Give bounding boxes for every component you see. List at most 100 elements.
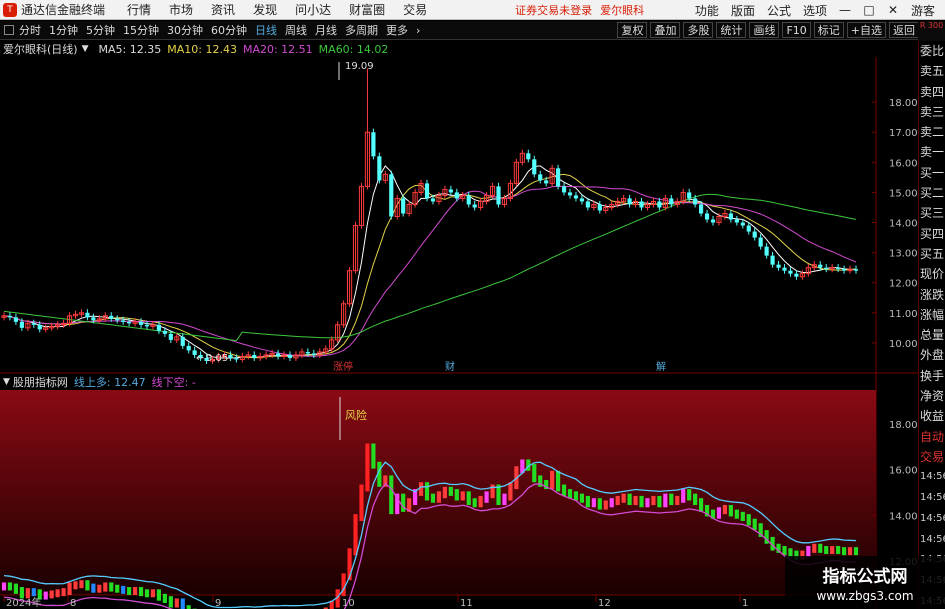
period-toolbar: 分时 1分钟 5分钟 15分钟 30分钟 60分钟 日线 周线 月线 多周期 更…: [0, 21, 945, 40]
candle-body: [836, 267, 841, 270]
maximize-icon[interactable]: □: [863, 3, 875, 17]
indicator-block: [746, 514, 751, 526]
side-item-19[interactable]: 自动: [919, 427, 945, 447]
candle-body: [144, 324, 150, 327]
candle-body: [377, 156, 382, 181]
period-more[interactable]: 更多: [386, 22, 408, 38]
side-item-11[interactable]: 现价: [919, 264, 945, 284]
side-item-21[interactable]: 14:56: [919, 467, 945, 488]
indicator-block: [156, 589, 161, 601]
side-item-20[interactable]: 交易: [919, 447, 945, 467]
side-item-1[interactable]: 卖五: [919, 61, 945, 81]
statistics-button[interactable]: 统计: [716, 22, 747, 38]
indicator-block: [7, 582, 13, 591]
candle-body: [585, 201, 590, 208]
close-icon[interactable]: ✕: [887, 3, 899, 17]
event-finance[interactable]: 财: [445, 360, 455, 373]
low-arrow-icon: ←: [196, 353, 204, 364]
side-item-24[interactable]: 14:56: [919, 530, 945, 551]
menu-quotes[interactable]: 行情: [127, 1, 151, 18]
period-intraday[interactable]: 分时: [19, 22, 41, 38]
event-unlock[interactable]: 解: [656, 360, 666, 373]
candle-body: [424, 183, 430, 199]
back-button[interactable]: 返回: [889, 22, 919, 38]
period-1min[interactable]: 1分钟: [49, 22, 78, 38]
overlay-button[interactable]: 叠加: [650, 22, 681, 38]
menu-function[interactable]: 功能: [695, 2, 719, 19]
multi-stock-button[interactable]: 多股: [683, 22, 714, 38]
side-item-18[interactable]: 收益: [919, 406, 945, 426]
period-multi[interactable]: 多周期: [345, 22, 378, 38]
side-item-4[interactable]: 卖二: [919, 122, 945, 142]
candle-body: [156, 324, 161, 331]
side-item-8[interactable]: 买三: [919, 203, 945, 223]
chevron-down-icon[interactable]: ▼: [82, 44, 89, 54]
period-15min[interactable]: 15分钟: [123, 22, 159, 38]
menu-market[interactable]: 市场: [169, 1, 193, 18]
app-title: 通达信金融终端: [21, 3, 106, 17]
toggle-panel-icon[interactable]: [4, 25, 14, 35]
side-item-6[interactable]: 买一: [919, 163, 945, 183]
draw-line-button[interactable]: 画线: [749, 22, 780, 38]
current-stock-notice[interactable]: 爱尔眼科: [600, 2, 644, 18]
add-favorite-button[interactable]: +自选: [846, 22, 886, 38]
side-item-7[interactable]: 买二: [919, 183, 945, 203]
side-item-12[interactable]: 涨跌: [919, 285, 945, 305]
f10-button[interactable]: F10: [782, 22, 811, 38]
candle-body: [573, 195, 579, 199]
side-item-13[interactable]: 涨幅: [919, 305, 945, 325]
kline-chart[interactable]: 18.00 17.00 16.00 15.00 14.00 13.00 12.00 11.00…: [0, 40, 918, 609]
indicator-block: [460, 491, 465, 501]
indicator-block: [478, 495, 483, 508]
menu-discover[interactable]: 发现: [253, 1, 277, 18]
side-item-5[interactable]: 卖一: [919, 142, 945, 162]
event-limit-up[interactable]: 涨停: [333, 360, 353, 373]
indicator-block: [353, 514, 358, 556]
guest-user[interactable]: 游客: [911, 2, 935, 19]
side-item-23[interactable]: 14:56: [919, 509, 945, 530]
chevron-down-icon[interactable]: ▼: [3, 377, 10, 387]
period-5min[interactable]: 5分钟: [86, 22, 115, 38]
side-item-22[interactable]: 14:56: [919, 488, 945, 509]
menu-assistant[interactable]: 问小达: [295, 1, 331, 18]
chevron-right-icon[interactable]: ›: [416, 24, 420, 37]
menu-trade[interactable]: 交易: [403, 1, 427, 18]
side-item-17[interactable]: 净资: [919, 386, 945, 406]
side-item-2[interactable]: 卖四: [919, 82, 945, 102]
time-label-3: 10: [342, 598, 355, 609]
side-item-10[interactable]: 买五: [919, 244, 945, 264]
candle-body: [597, 204, 602, 211]
menu-layout[interactable]: 版面: [731, 2, 755, 19]
indicator-block: [341, 573, 346, 597]
menu-options[interactable]: 选项: [803, 2, 827, 19]
side-item-15[interactable]: 外盘: [919, 345, 945, 365]
period-monthly[interactable]: 月线: [315, 22, 337, 38]
indicator-block: [615, 495, 620, 506]
adjust-button[interactable]: 复权: [617, 22, 648, 38]
side-item-16[interactable]: 换手: [919, 366, 945, 386]
main-price-axis: 18.00 17.00 16.00 15.00 14.00 13.00 12.00 11.00…: [872, 98, 918, 350]
indicator-block: [97, 584, 102, 593]
menu-wealth[interactable]: 财富圈: [349, 1, 385, 18]
side-item-3[interactable]: 卖三: [919, 102, 945, 122]
menu-formula[interactable]: 公式: [767, 2, 791, 19]
indicator-block: [73, 581, 78, 590]
trade-login-notice[interactable]: 证券交易未登录: [515, 2, 592, 18]
menu-news[interactable]: 资讯: [211, 1, 235, 18]
indicator-block: [418, 482, 424, 496]
period-daily[interactable]: 日线: [255, 22, 277, 38]
indicator-block: [31, 588, 36, 597]
period-30min[interactable]: 30分钟: [167, 22, 203, 38]
indicator-block: [79, 580, 84, 589]
period-60min[interactable]: 60分钟: [211, 22, 247, 38]
main-info-row: 爱尔眼科(日线) ▼ MA5: 12.35 MA10: 12.43 MA20: …: [0, 41, 388, 57]
candle-body: [138, 321, 144, 325]
mark-button[interactable]: 标记: [813, 22, 844, 38]
indicator-block: [651, 495, 656, 506]
minimize-icon[interactable]: —: [839, 3, 851, 17]
period-weekly[interactable]: 周线: [285, 22, 307, 38]
indicator-info-row: ▼ 股朋指标网 线上多: 12.47 线下空: -: [0, 374, 196, 390]
side-item-0[interactable]: 委比: [919, 41, 945, 61]
side-item-14[interactable]: 总量: [919, 325, 945, 345]
side-item-9[interactable]: 买四: [919, 224, 945, 244]
